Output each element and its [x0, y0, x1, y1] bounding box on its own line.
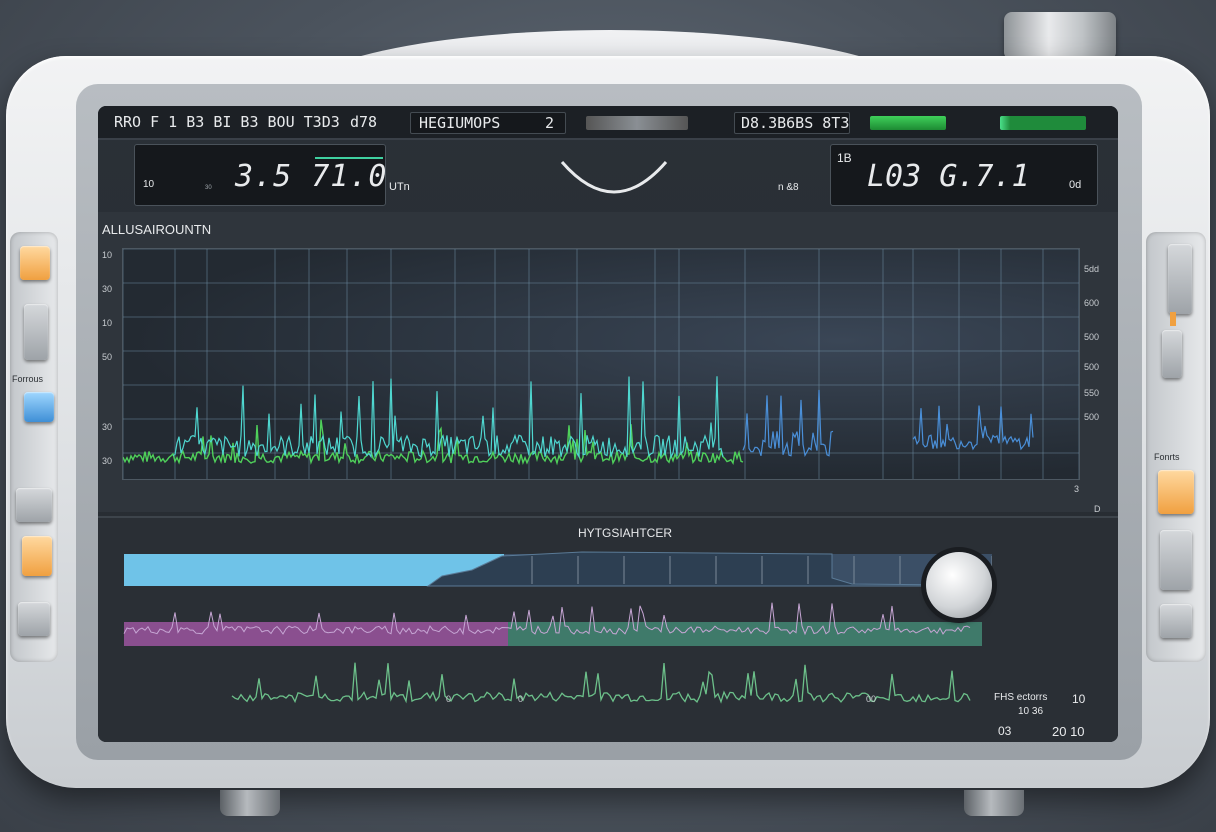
left-gray-button-2[interactable]	[16, 488, 52, 522]
waveform-left-tick-6: 30	[102, 456, 113, 466]
waveform-right-tick-4: 500	[1084, 362, 1100, 372]
status-center-box: HEGIUMOPS 2	[410, 112, 566, 134]
waveform-left-tick-4: 50	[102, 352, 113, 362]
trend-title: HYTGSIAHTCER	[578, 526, 673, 540]
status-center-text: HEGIUMOPS	[419, 114, 501, 132]
waveform-right-tick-3: 500	[1084, 332, 1100, 342]
readout-left-unit-mini: 30	[205, 185, 212, 191]
right-panel-label: Fonrts	[1154, 452, 1180, 462]
left-orange-button-2[interactable]	[22, 536, 52, 576]
readout-left-unit: UTn	[389, 181, 410, 193]
status-left-value: d78	[350, 113, 378, 131]
trend-side-value-1: 10	[1072, 692, 1086, 706]
waveform-left-tick-5: 30	[102, 422, 113, 432]
status-led-bar-1	[870, 116, 946, 130]
monitor-screen: RRO F 1 B3 BI B3 BOU T3D3 d78 HEGIUMOPS …	[98, 106, 1118, 742]
right-gray-slider[interactable]	[1168, 244, 1192, 314]
right-foot	[964, 790, 1024, 816]
readout-center-unit: n &8	[778, 182, 799, 193]
status-progress-bar	[586, 116, 688, 130]
waveform-bottom-right-tick: 3	[1074, 484, 1080, 494]
trend-top-tick-2: 0	[518, 694, 524, 704]
waveform-marker: D	[1094, 504, 1101, 514]
top-knob[interactable]	[1004, 12, 1116, 60]
right-gray-button-3[interactable]	[1160, 604, 1192, 638]
waveform-title: ALLUSAIROUNTN	[102, 222, 212, 237]
waveform-grid	[122, 248, 1080, 480]
left-panel-label: Forrous	[12, 374, 44, 384]
readout-left-box: 10 30 3.5 71.0 UTn	[134, 144, 410, 206]
trend-side-value-2: 10 36	[1018, 706, 1044, 717]
blue-waveform-2	[912, 405, 1034, 451]
control-knob[interactable]	[926, 552, 992, 618]
readout-right-box: 1B L03 G.7.1 0d	[830, 144, 1098, 206]
waveform-right-tick-6: 500	[1084, 412, 1100, 422]
status-center-value: 2	[545, 114, 555, 132]
right-gray-button-1[interactable]	[1162, 330, 1182, 378]
left-gray-button-3[interactable]	[18, 602, 50, 636]
readout-row: 10 30 3.5 71.0 UTn n &8 1B L03 G.7.1 0d	[118, 144, 1098, 206]
waveform-right-tick-1: 5dd	[1084, 264, 1100, 274]
waveform-left-tick-3: 10	[102, 318, 113, 328]
waveform-left-tick-1: 10	[102, 250, 113, 260]
status-right-box: D8.3B6BS 8T3	[734, 112, 850, 134]
status-bar: RRO F 1 B3 BI B3 BOU T3D3 d78 HEGIUMOPS …	[98, 106, 1118, 140]
status-led-bar-2	[1000, 116, 1086, 130]
trend-side-label: FHS ectorrs	[994, 692, 1048, 703]
status-right-text: D8.3B6BS 8T3	[741, 114, 850, 132]
left-blue-button[interactable]	[24, 392, 54, 422]
right-orange-button[interactable]	[1158, 470, 1194, 514]
readout-right-unit: 0d	[1069, 179, 1082, 191]
trend-side-value-3: 03	[998, 724, 1012, 738]
readout-left-value: 3.5 71.0	[235, 159, 388, 194]
status-left-text: RRO F 1 B3 BI B3 BOU T3D3	[114, 113, 340, 131]
trend-graphic	[123, 551, 992, 704]
left-orange-button-1[interactable]	[20, 246, 50, 280]
trend-section: HYTGSIAHTCER 0 0 00 30 FHS ectorrs 10 10…	[98, 516, 1118, 742]
left-foot	[220, 790, 280, 816]
readout-right-label: 1B	[837, 151, 852, 165]
trend-top-tick-3: 00	[866, 694, 877, 704]
left-gray-button-1[interactable]	[24, 304, 48, 360]
center-arc-indicator	[560, 161, 668, 194]
waveform-section: ALLUSAIROUNTN 10 30 10 50 30 30 5dd 600 …	[98, 212, 1118, 514]
green-band	[508, 622, 982, 646]
right-indicator-light	[1170, 312, 1176, 326]
waveform-left-tick-2: 30	[102, 284, 113, 294]
bottom-waveform	[231, 662, 971, 704]
purple-band	[124, 622, 508, 646]
readout-right-value: L03 G.7.1	[867, 159, 1030, 194]
right-gray-button-2[interactable]	[1160, 530, 1192, 590]
readout-left-unit-small: 10	[143, 179, 155, 190]
trend-side-value-4: 20 10	[1052, 724, 1085, 739]
trend-top-tick-1: 0	[446, 694, 452, 704]
waveform-right-tick-2: 600	[1084, 298, 1100, 308]
left-control-panel: Forrous	[10, 232, 58, 662]
readout-left-indicator	[315, 157, 383, 159]
right-control-panel: Fonrts	[1146, 232, 1206, 662]
waveform-right-tick-5: 550	[1084, 388, 1100, 398]
waveform-graphic	[122, 248, 1080, 479]
